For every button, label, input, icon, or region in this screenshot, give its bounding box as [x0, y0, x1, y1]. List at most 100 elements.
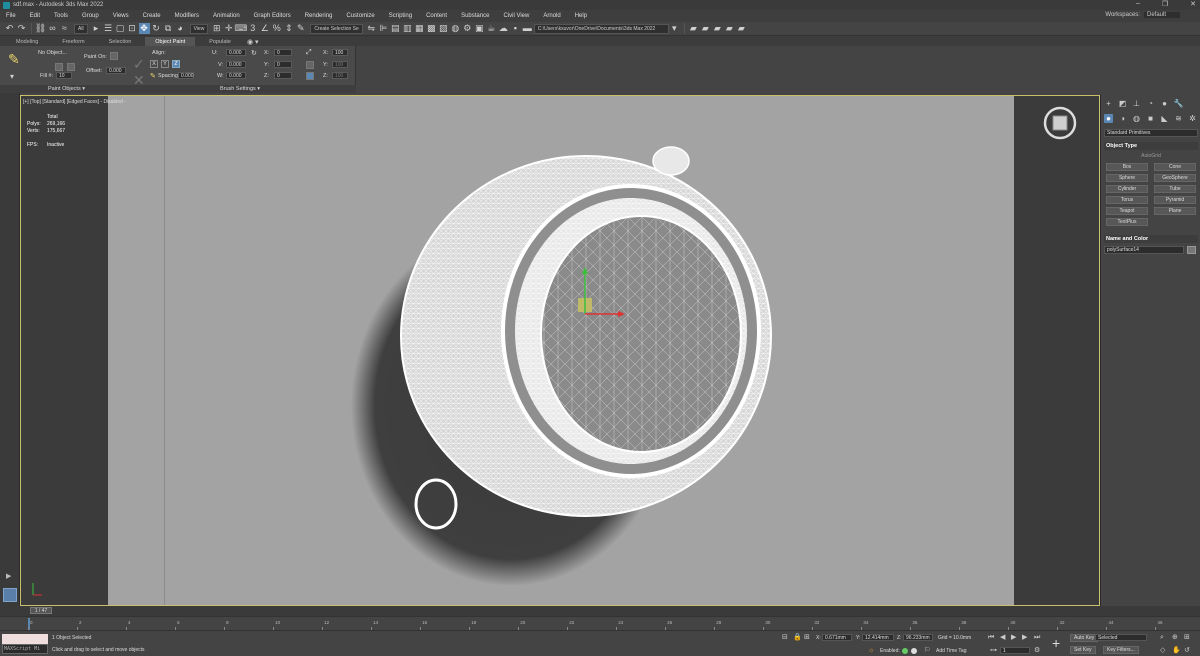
time-tag-icon[interactable]: ⚐ — [924, 647, 930, 654]
reference-coordinate-dropdown[interactable]: View — [189, 23, 209, 34]
rotate-x-spinner[interactable]: 0 — [274, 49, 292, 56]
redo-icon[interactable]: ↷ — [16, 23, 27, 34]
autogrid-checkbox[interactable]: AutoGrid — [1104, 153, 1198, 159]
absolute-transform-icon[interactable]: ⊞ — [804, 634, 810, 641]
cylinder-button[interactable]: Cylinder — [1106, 185, 1148, 193]
time-configuration-icon[interactable]: ⚙ — [1034, 647, 1040, 654]
link-icon[interactable]: ⛓ — [35, 23, 46, 34]
geosphere-button[interactable]: GeoSphere — [1154, 174, 1196, 182]
object-color-swatch[interactable] — [1187, 246, 1196, 254]
ribbon-options-icon[interactable]: ◉ ▾ — [247, 38, 259, 46]
edit-named-selection-icon[interactable]: ✎ — [295, 23, 306, 34]
paint-brush-dropdown-icon[interactable]: ▾ — [10, 72, 14, 81]
edit-object-list-icon[interactable] — [67, 63, 75, 71]
object-name-field[interactable]: polySurface14 — [1104, 246, 1184, 254]
lights-category-icon[interactable]: ◍ — [1132, 114, 1141, 123]
perspective-viewport[interactable]: [+] [Top] [Standard] [Edged Faces] - Dis… — [20, 95, 1100, 606]
close-button[interactable]: ✕ — [1190, 0, 1196, 8]
container-icon-2[interactable]: ▰ — [700, 23, 711, 34]
helpers-category-icon[interactable]: ◣ — [1160, 114, 1169, 123]
paint-mode-icon[interactable]: ✓ — [133, 56, 145, 73]
primitive-category-dropdown[interactable]: Standard Primitives — [1104, 129, 1198, 137]
zoom-all-icon[interactable]: ⊕ — [1172, 634, 1178, 641]
container-icon-3[interactable]: ▰ — [712, 23, 723, 34]
x-coord-field[interactable]: 0.671mm — [822, 634, 852, 641]
window-crossing-icon[interactable]: ⊡ — [127, 23, 138, 34]
menu-animation[interactable]: Animation — [213, 13, 240, 19]
render-production-icon[interactable]: ☕ — [486, 23, 497, 34]
select-by-name-icon[interactable]: ☰ — [103, 23, 114, 34]
workspaces-dropdown[interactable]: Default — [1143, 12, 1180, 18]
maxscript-listener[interactable]: MAXScript Mi — [2, 634, 48, 654]
textplus-button[interactable]: TextPlus — [1106, 218, 1148, 226]
pan-view-icon[interactable]: ✋ — [1172, 647, 1181, 654]
schematic-view-icon[interactable]: ▧ — [438, 23, 449, 34]
scale-y-spinner[interactable]: 100 — [332, 61, 348, 68]
plane-button[interactable]: Plane — [1154, 207, 1196, 215]
next-frame-icon[interactable]: ▶ — [1022, 634, 1027, 641]
menu-substance[interactable]: Substance — [461, 13, 489, 19]
container-icon-5[interactable]: ▰ — [736, 23, 747, 34]
sphere-button[interactable]: Sphere — [1106, 174, 1148, 182]
menu-civil-view[interactable]: Civil View — [503, 13, 529, 19]
field-of-view-icon[interactable]: ◇ — [1160, 647, 1165, 654]
torus-button[interactable]: Torus — [1106, 196, 1148, 204]
select-and-scale-icon[interactable]: ⧉ — [163, 23, 174, 34]
menu-rendering[interactable]: Rendering — [305, 13, 333, 19]
spacewarps-category-icon[interactable]: ≋ — [1174, 114, 1183, 123]
menu-modifiers[interactable]: Modifiers — [175, 13, 199, 19]
zoom-icon[interactable]: ⌕ — [1160, 634, 1164, 641]
menu-graph-editors[interactable]: Graph Editors — [254, 13, 291, 19]
bind-spacewarp-icon[interactable]: ≈ — [59, 23, 70, 34]
menu-customize[interactable]: Customize — [346, 13, 374, 19]
render-setup-icon[interactable]: ⚙ — [462, 23, 473, 34]
menu-create[interactable]: Create — [143, 13, 161, 19]
select-and-rotate-icon[interactable]: ↻ — [151, 23, 162, 34]
layer-explorer-icon[interactable]: ▥ — [402, 23, 413, 34]
viewport-label-menu[interactable]: [+] [Top] [Standard] [Edged Faces] - Dis… — [23, 99, 126, 105]
tab-freeform[interactable]: Freeform — [52, 37, 94, 46]
rotate-z-spinner[interactable]: 0 — [274, 72, 292, 79]
info-icon[interactable] — [911, 648, 917, 654]
unlink-icon[interactable]: ∞ — [47, 23, 58, 34]
menu-help[interactable]: Help — [575, 13, 587, 19]
display-tab-icon[interactable]: ● — [1160, 99, 1169, 108]
set-key-button[interactable]: Set Key — [1070, 646, 1096, 654]
menu-scripting[interactable]: Scripting — [389, 13, 412, 19]
undo-icon[interactable]: ↶ — [4, 23, 15, 34]
object-type-rollout[interactable]: Object Type — [1104, 142, 1198, 150]
container-icon-1[interactable]: ▰ — [688, 23, 699, 34]
maxscript-output[interactable] — [2, 634, 48, 644]
project-path-field[interactable]: C:\Users\ksuvor\OneDrive\Documents\3ds M… — [533, 23, 669, 34]
maximize-button[interactable]: ❐ — [1162, 0, 1168, 8]
scroll-right-icon[interactable]: ▶ — [6, 572, 11, 580]
project-folder-browse-icon[interactable]: ▾ — [669, 23, 680, 34]
w-offset-spinner[interactable]: 0.000 — [226, 72, 246, 79]
container-icon-4[interactable]: ▰ — [724, 23, 735, 34]
set-key-large-icon[interactable]: + — [1052, 636, 1060, 650]
create-tab-icon[interactable]: + — [1104, 99, 1113, 108]
project-folder-icon[interactable]: ▬ — [522, 23, 533, 34]
paint-objects-panel-label[interactable]: Paint Objects ▾ — [48, 86, 85, 92]
select-manipulate-icon[interactable]: ✛ — [223, 23, 234, 34]
scale-z-spinner[interactable]: 100 — [332, 72, 348, 79]
named-selection-dropdown[interactable]: Create Selection Se — [310, 23, 363, 34]
curve-editor-icon[interactable]: ▩ — [426, 23, 437, 34]
tab-populate[interactable]: Populate — [199, 37, 241, 46]
utilities-tab-icon[interactable]: 🔧 — [1174, 99, 1184, 108]
paint-on-icon[interactable] — [110, 52, 118, 60]
zoom-extents-icon[interactable]: ⊞ — [1184, 634, 1190, 641]
teapot-button[interactable]: Teapot — [1106, 207, 1148, 215]
paint-brush-icon[interactable]: ✎ — [8, 51, 20, 68]
pick-object-icon[interactable] — [55, 63, 63, 71]
selection-filter-dropdown[interactable]: All — [74, 23, 88, 34]
select-and-place-icon[interactable]: ◕ — [175, 23, 186, 34]
y-coord-field[interactable]: 12.414mm — [862, 634, 894, 641]
viewcube-icon[interactable] — [1043, 106, 1077, 140]
key-filters-button[interactable]: Key Filters... — [1103, 646, 1139, 654]
percent-snap-icon[interactable]: % — [271, 23, 282, 34]
menu-group[interactable]: Group — [82, 13, 99, 19]
a360-gallery-icon[interactable]: ▪ — [510, 23, 521, 34]
ribbon-toggle-icon[interactable]: ▦ — [414, 23, 425, 34]
spinner-snap-icon[interactable]: ⇕ — [283, 23, 294, 34]
